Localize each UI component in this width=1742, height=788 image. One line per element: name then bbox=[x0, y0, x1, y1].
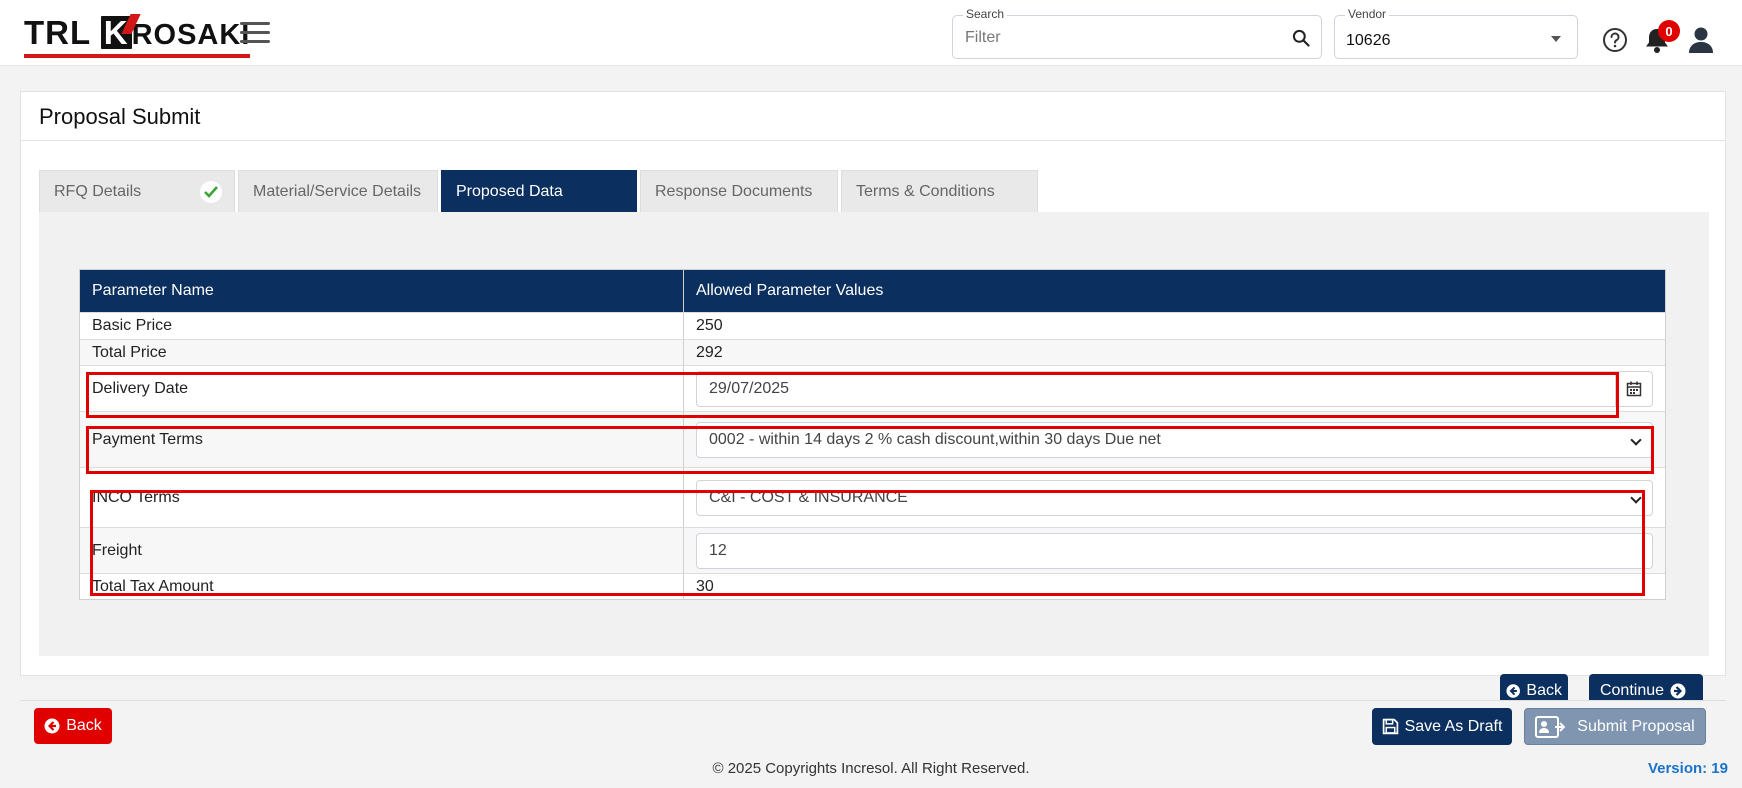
company-logo[interactable]: TRL K ROSAKI bbox=[24, 12, 251, 58]
check-icon bbox=[200, 181, 222, 203]
tab-proposed-data[interactable]: Proposed Data bbox=[441, 170, 637, 212]
payment-terms-select[interactable]: 0002 - within 14 days 2 % cash discount,… bbox=[696, 421, 1653, 458]
payment-terms-cell: 0002 - within 14 days 2 % cash discount,… bbox=[684, 412, 1665, 467]
column-header-allowed-values: Allowed Parameter Values bbox=[696, 282, 884, 299]
version-text: Version: 19 bbox=[1647, 760, 1728, 777]
copyright-text: © 2025 Copyrights Incresol. All Right Re… bbox=[712, 760, 1030, 777]
submit-proposal-label: Submit Proposal bbox=[1577, 717, 1695, 735]
parameter-name: Basic Price bbox=[80, 313, 684, 339]
tab-response-documents[interactable]: Response Documents bbox=[640, 170, 838, 212]
search-icon[interactable] bbox=[1291, 28, 1311, 48]
save-draft-label: Save As Draft bbox=[1404, 717, 1503, 735]
parameter-name: Freight bbox=[80, 528, 684, 573]
search-field[interactable]: Search bbox=[952, 7, 1322, 59]
save-icon bbox=[1382, 718, 1398, 735]
tab-label: Terms & Conditions bbox=[856, 182, 995, 200]
parameter-name: INCO Terms bbox=[80, 468, 684, 527]
table-header: Parameter Name Allowed Parameter Values bbox=[80, 270, 1665, 312]
parameter-name: Payment Terms bbox=[80, 412, 684, 467]
inco-terms-select[interactable]: C&I - COST & INSURANCE bbox=[696, 479, 1653, 516]
logo-k-mark: K bbox=[100, 16, 132, 49]
freight-value: 12 bbox=[709, 541, 727, 559]
payment-terms-value: 0002 - within 14 days 2 % cash discount,… bbox=[709, 430, 1161, 448]
parameter-name: Total Tax Amount bbox=[80, 574, 684, 599]
logo-text-trl: TRL bbox=[24, 14, 91, 51]
arrow-left-circle-icon bbox=[44, 718, 60, 734]
proposal-card: Proposal Submit RFQ Details Material/Ser… bbox=[20, 91, 1726, 739]
table-row: Basic Price 250 bbox=[80, 312, 1665, 339]
delivery-date-cell: 29/07/2025 bbox=[684, 366, 1665, 411]
table-row: Payment Terms 0002 - within 14 days 2 % … bbox=[80, 411, 1665, 467]
tab-label: Proposed Data bbox=[456, 182, 563, 200]
table-row: Total Tax Amount 30 bbox=[80, 573, 1665, 599]
search-input[interactable] bbox=[963, 28, 1263, 48]
user-icon[interactable] bbox=[1688, 26, 1714, 54]
tab-label: RFQ Details bbox=[54, 182, 142, 200]
continue-label: Continue bbox=[1599, 682, 1665, 699]
caret-down-icon bbox=[1551, 36, 1561, 42]
page-title: Proposal Submit bbox=[39, 104, 201, 129]
submit-proposal-button[interactable]: Submit Proposal bbox=[1524, 708, 1706, 745]
card-divider bbox=[21, 140, 1725, 141]
parameter-value: 250 bbox=[696, 317, 723, 334]
tab-label: Response Documents bbox=[655, 182, 813, 200]
vendor-label: Vendor bbox=[1345, 7, 1390, 21]
arrow-right-circle-icon bbox=[1670, 683, 1686, 699]
chevron-down-icon bbox=[1630, 491, 1642, 504]
table-row: INCO Terms C&I - COST & INSURANCE bbox=[80, 467, 1665, 527]
submit-icon bbox=[1535, 715, 1566, 738]
logo-text-rosaki: ROSAKI bbox=[131, 19, 251, 51]
parameter-value: 30 bbox=[696, 577, 714, 595]
save-draft-button[interactable]: Save As Draft bbox=[1372, 708, 1512, 745]
parameter-name: Total Price bbox=[80, 340, 684, 365]
help-icon[interactable] bbox=[1602, 27, 1628, 53]
vendor-value: 10626 bbox=[1346, 32, 1391, 49]
inner-back-label: Back bbox=[1526, 682, 1562, 699]
footer-back-label: Back bbox=[66, 717, 102, 734]
chevron-down-icon bbox=[1630, 433, 1642, 446]
vendor-select[interactable]: Vendor 10626 bbox=[1334, 7, 1578, 59]
parameter-name: Delivery Date bbox=[80, 366, 684, 411]
table-row: Total Price 292 bbox=[80, 339, 1665, 365]
parameters-table: Parameter Name Allowed Parameter Values … bbox=[79, 269, 1666, 600]
table-row: Freight 12 bbox=[80, 527, 1665, 573]
delivery-date-input[interactable]: 29/07/2025 bbox=[696, 370, 1617, 407]
search-label: Search bbox=[963, 7, 1008, 21]
freight-input[interactable]: 12 bbox=[696, 532, 1653, 569]
tab-content-panel: Parameter Name Allowed Parameter Values … bbox=[39, 212, 1709, 739]
parameter-value: 292 bbox=[696, 343, 723, 361]
tab-material-service-details[interactable]: Material/Service Details bbox=[238, 170, 438, 212]
tab-label: Material/Service Details bbox=[253, 182, 422, 200]
inco-terms-cell: C&I - COST & INSURANCE bbox=[684, 468, 1665, 527]
notification-badge: 0 bbox=[1658, 20, 1680, 42]
proposal-tabs: RFQ Details Material/Service Details Pro… bbox=[39, 170, 1041, 212]
calendar-icon[interactable] bbox=[1616, 370, 1653, 407]
delivery-date-value: 29/07/2025 bbox=[709, 379, 790, 397]
column-header-parameter-name: Parameter Name bbox=[80, 270, 684, 312]
tab-rfq-details[interactable]: RFQ Details bbox=[39, 170, 235, 212]
menu-toggle-icon[interactable] bbox=[240, 22, 270, 44]
app-header: TRL KROSAKI Search Vendor 10626 0 bbox=[0, 0, 1742, 66]
arrow-left-circle-icon bbox=[1506, 684, 1520, 698]
inco-terms-value: C&I - COST & INSURANCE bbox=[709, 488, 908, 506]
freight-cell: 12 bbox=[684, 528, 1665, 573]
footer-back-button[interactable]: Back bbox=[34, 708, 112, 744]
table-row: Delivery Date 29/07/2025 bbox=[80, 365, 1665, 411]
tab-terms-conditions[interactable]: Terms & Conditions bbox=[841, 170, 1038, 212]
